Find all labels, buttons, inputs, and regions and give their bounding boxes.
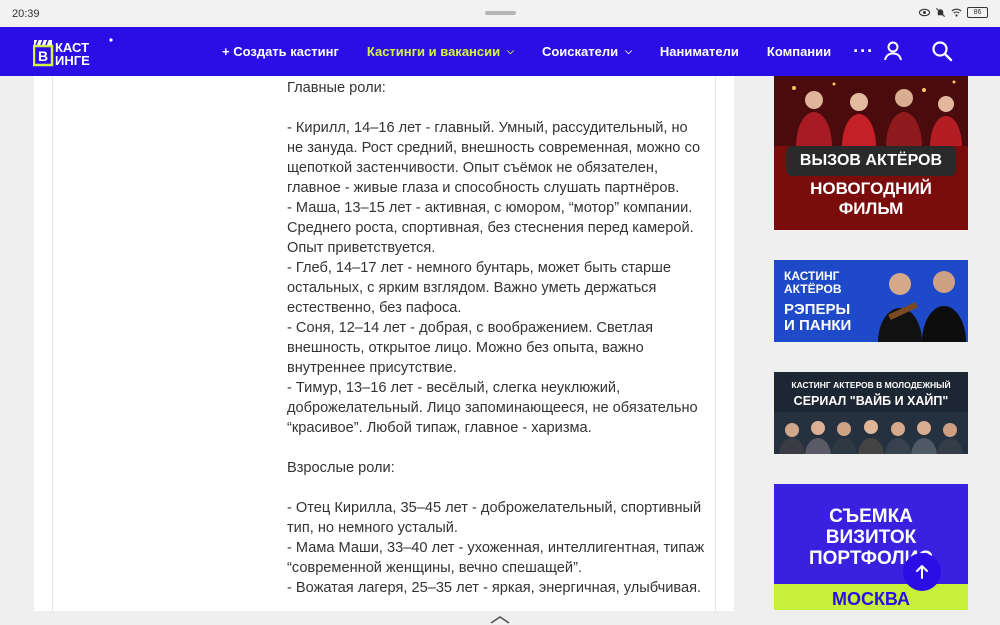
casting-description: Главные роли: - Кирилл, 14–16 лет - глав… [287,78,707,598]
ad-subtitle-line: НОВОГОДНИЙ [810,179,932,198]
nav-companies[interactable]: Компании [767,44,831,59]
nav-castings-vacancies[interactable]: Кастинги и вакансии ⌵ [367,44,514,59]
ad-photo [878,271,966,342]
ad-title: ВЫЗОВ АКТЁРОВ [786,146,956,176]
nav-label: Компании [766,44,832,59]
text-line: - Соня, 12–14 лет - добрая, с воображени… [287,320,654,376]
site-header: В КАСТ ИНГЕ + Создать кастинг Кастинги и… [0,27,1000,76]
logo-letter: В [38,48,48,64]
ad-title-line: АКТЁРОВ [784,282,842,296]
main-nav: + Создать кастинг Кастинги и вакансии ⌵ … [222,27,874,76]
ad-subtitle-line: И ПАНКИ [784,317,852,334]
eye-icon [919,8,930,17]
nav-job-seekers[interactable]: Соискатели ⌵ [542,44,632,59]
text-line: - Глеб, 14–17 лет - немного бунтарь, мож… [287,260,671,316]
ad-subtitle: НОВОГОДНИЙ ФИЛЬМ [774,179,968,219]
chevron-up-icon[interactable] [489,614,511,624]
text-line: - Вожатая лагеря, 25–35 лет - яркая, эне… [287,580,702,596]
more-menu-button[interactable]: ··· [853,41,874,62]
text-line [287,438,707,458]
ad-title-line: ВИЗИТОК [825,527,917,548]
ad-subtitle-line: РЭПЕРЫ [784,301,851,318]
nav-label: + Создать кастинг [222,44,339,59]
scroll-to-top-button[interactable] [903,553,941,591]
site-logo[interactable]: В КАСТ ИНГЕ [33,37,113,67]
wifi-icon [951,8,962,17]
ad-subtitle: РЭПЕРЫ И ПАНКИ [784,302,884,334]
text-line: Взрослые роли: [287,460,395,476]
ad-banner-youth-series[interactable]: КАСТИНГ АКТЕРОВ В МОЛОДЕЖНЫЙ СЕРИАЛ "ВАЙ… [774,372,968,454]
text-line [287,478,707,498]
ad-subtitle: СЕРИАЛ "ВАЙБ И ХАЙП" [793,394,949,408]
ad-title: КАСТИНГ АКТЕРОВ В МОЛОДЕЖНЫЙ [791,380,951,390]
nav-label: Соискатели [541,44,619,59]
arrow-up-icon [916,565,928,579]
status-icons: 86 [919,7,988,18]
window-handle[interactable] [485,11,516,15]
ad-subtitle-line: ФИЛЬМ [838,199,904,218]
ad-title-line: СЪЕМКА [829,506,913,527]
ad-banner-rappers-punks[interactable]: КАСТИНГ АКТЁРОВ РЭПЕРЫ И ПАНКИ [774,260,968,342]
text-line: - Мама Маши, 33–40 лет - ухоженная, инте… [287,540,705,576]
ad-city-label: МОСКВА [774,584,968,610]
ad-title: СЪЕМКА ВИЗИТОК ПОРТФОЛИО [774,506,968,569]
status-bar: 20:39 86 [0,0,1000,27]
text-line [287,98,707,118]
nav-create-casting[interactable]: + Создать кастинг [222,44,339,59]
ad-banner-new-year-film[interactable]: ВЫЗОВ АКТЁРОВ НОВОГОДНИЙ ФИЛЬМ [774,76,968,230]
system-navigation-bar [0,611,1000,625]
text-line: Главные роли: [287,80,386,96]
ad-banner-portfolio[interactable]: СЪЕМКА ВИЗИТОК ПОРТФОЛИО МОСКВА [774,484,968,610]
mute-bell-icon [935,7,946,18]
ad-title: КАСТИНГ АКТЁРОВ [784,270,874,296]
nav-label: Наниматели [659,44,739,59]
text-line: - Отец Кирилла, 35–45 лет - доброжелател… [287,500,702,536]
chevron-down-icon: ⌵ [507,46,514,56]
status-time: 20:39 [12,8,40,20]
nav-label: Кастинги и вакансии [366,44,501,59]
nav-employers[interactable]: Наниматели [660,44,739,59]
user-icon[interactable] [882,40,904,62]
text-line: - Кирилл, 14–16 лет - главный. Умный, ра… [287,120,701,196]
logo-line2: ИНГЕ [55,53,90,67]
ad-photo [774,412,968,454]
search-icon[interactable] [931,40,953,62]
battery-icon: 86 [967,7,988,18]
ad-photo [774,76,968,146]
text-line: - Маша, 13–15 лет - активная, с юмором, … [287,200,694,256]
chevron-down-icon: ⌵ [625,46,632,56]
text-line: - Тимур, 13–16 лет - весёлый, слегка неу… [287,380,698,436]
